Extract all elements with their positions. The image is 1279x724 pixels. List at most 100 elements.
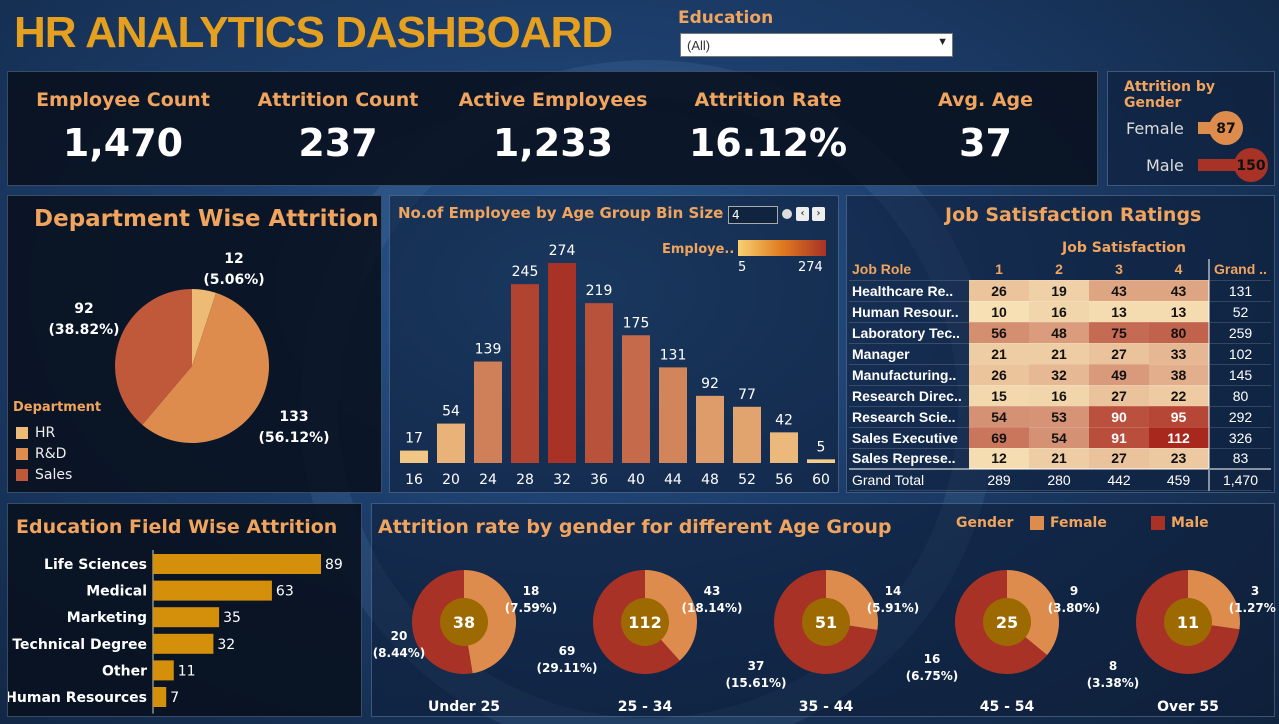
satisfaction-cell: 19 — [1029, 280, 1089, 302]
col-1: 1 — [969, 259, 1029, 281]
donut-male-pct: (8.44%) — [373, 646, 426, 660]
job-role-cell: Laboratory Tec.. — [849, 322, 969, 344]
age-bar — [548, 263, 576, 463]
donut-center-value: 25 — [996, 613, 1018, 632]
age-bar — [585, 303, 613, 463]
kpi-value: 37 — [959, 121, 1012, 165]
edu-category-label: Technical Degree — [12, 637, 147, 653]
dropdown-arrow-icon[interactable]: ▼ — [937, 36, 948, 48]
donut-male-pct: (29.11%) — [537, 661, 598, 675]
legend-item-hr: HR — [16, 422, 72, 443]
satisfaction-cell: 12 — [969, 448, 1029, 470]
col-3: 3 — [1089, 259, 1149, 281]
age-bar-value: 219 — [586, 283, 613, 299]
education-filter-select[interactable]: (All) ▼ — [680, 33, 953, 57]
department-panel: Department Wise Attrition 12 (5.06%) 133… — [7, 195, 382, 493]
age-bar-value: 274 — [549, 243, 576, 259]
satisfaction-cell: 91 — [1089, 427, 1149, 449]
age-bar — [733, 406, 761, 463]
grand-total-cell: 102 — [1208, 343, 1271, 365]
job-satisfaction-table: Job Role 1 2 3 4 Grand .. Healthcare Re.… — [849, 259, 1271, 491]
satisfaction-cell: 48 — [1029, 322, 1089, 344]
satisfaction-cell: 26 — [969, 364, 1029, 386]
satisfaction-cell: 21 — [969, 343, 1029, 365]
edu-bar — [153, 633, 214, 654]
legend-swatch — [16, 426, 28, 439]
legend-swatch — [16, 447, 28, 460]
grand-total-label: Grand Total — [849, 468, 969, 491]
col-grand-total: Grand .. — [1208, 259, 1271, 281]
dept-label-sales-pct: (38.82%) — [48, 322, 119, 338]
job-role-cell: Manager — [849, 343, 969, 365]
table-row: Manufacturing.. 26 32 49 38 145 — [849, 364, 1271, 386]
age-tick-label: 28 — [516, 472, 534, 488]
age-bar-value: 131 — [660, 347, 687, 363]
donut-female-value: 9 — [1070, 584, 1078, 598]
donut-male-value: 16 — [924, 652, 941, 666]
job-role-cell: Research Scie.. — [849, 406, 969, 428]
kpi-attrition-rate: Attrition Rate 16.12% — [673, 72, 863, 165]
dept-label-rd-pct: (56.12%) — [258, 430, 329, 446]
donut-female-value: 43 — [704, 584, 721, 598]
edu-category-label: Life Sciences — [44, 557, 147, 573]
edu-bar-value: 32 — [217, 637, 235, 653]
age-bar — [807, 459, 835, 463]
grand-total-cell: 292 — [1208, 406, 1271, 428]
job-role-cell: Sales Executive — [849, 427, 969, 449]
satisfaction-cell: 80 — [1149, 322, 1209, 344]
donut-female-pct: (7.59%) — [505, 601, 558, 615]
satisfaction-cell: 69 — [969, 427, 1029, 449]
satisfaction-cell: 38 — [1149, 364, 1209, 386]
age-tick-label: 56 — [775, 472, 793, 488]
edu-bar — [153, 607, 220, 628]
satisfaction-cell: 33 — [1149, 343, 1209, 365]
age-bar-value: 92 — [701, 376, 719, 392]
satisfaction-cell: 95 — [1149, 406, 1209, 428]
satisfaction-cell: 43 — [1149, 280, 1209, 302]
grand-total-cell: 80 — [1208, 385, 1271, 407]
satisfaction-cell: 13 — [1089, 301, 1149, 323]
legend-item-rd: R&D — [16, 443, 72, 464]
donut-male-pct: (3.38%) — [1087, 676, 1140, 690]
kpi-value: 1,233 — [492, 121, 614, 165]
gender-panel: Attrition by Gender Female 87 Male 150 — [1107, 71, 1275, 186]
satisfaction-cell: 27 — [1089, 343, 1149, 365]
job-role-cell: Research Direc.. — [849, 385, 969, 407]
age-bar-chart: 17 16 54 20 139 24 245 28 274 32 219 36 175 40 131 44 92… — [400, 243, 835, 488]
satisfaction-cell: 90 — [1089, 406, 1149, 428]
gender-label-female: Female — [1126, 119, 1184, 138]
grand-total-cell: 131 — [1208, 280, 1271, 302]
column-total-cell: 442 — [1089, 468, 1149, 491]
satisfaction-cell: 22 — [1149, 385, 1209, 407]
edu-bar-value: 89 — [325, 557, 343, 573]
satisfaction-cell: 53 — [1029, 406, 1089, 428]
age-bar-value: 42 — [775, 412, 793, 428]
edu-bar — [153, 660, 174, 681]
age-tick-label: 24 — [479, 472, 497, 488]
satisfaction-cell: 32 — [1029, 364, 1089, 386]
satisfaction-cell: 43 — [1089, 280, 1149, 302]
satisfaction-cell: 26 — [969, 280, 1029, 302]
donut-male-value: 20 — [391, 629, 408, 643]
gender-bar-chart: Female 87 Male 150 — [1126, 111, 1268, 182]
job-panel-title: Job Satisfaction Ratings — [945, 204, 1202, 226]
donut-center-value: 51 — [815, 613, 837, 632]
donut-male-value: 8 — [1109, 659, 1117, 673]
edu-category-label: Human Resources — [8, 690, 147, 706]
dept-label-sales-value: 92 — [74, 301, 93, 317]
donut-group-label: 35 - 44 — [799, 699, 854, 715]
satisfaction-cell: 27 — [1089, 448, 1149, 470]
kpi-label: Attrition Count — [257, 89, 419, 111]
age-bar-value: 54 — [442, 404, 460, 420]
kpi-value: 237 — [298, 121, 378, 165]
donut-center-value: 11 — [1177, 613, 1199, 632]
table-row: Research Scie.. 54 53 90 95 292 — [849, 406, 1271, 428]
table-row: Research Direc.. 15 16 27 22 80 — [849, 385, 1271, 407]
age-bar — [400, 450, 428, 463]
donut-charts: 3818(7.59%)20(8.44%)Under 2511243(18.14%… — [373, 570, 1276, 715]
edu-bar-value: 11 — [178, 663, 196, 679]
edu-bar — [153, 687, 167, 707]
donut-female-value: 14 — [885, 584, 902, 598]
satisfaction-cell: 21 — [1029, 448, 1089, 470]
kpi-label: Employee Count — [36, 89, 210, 111]
